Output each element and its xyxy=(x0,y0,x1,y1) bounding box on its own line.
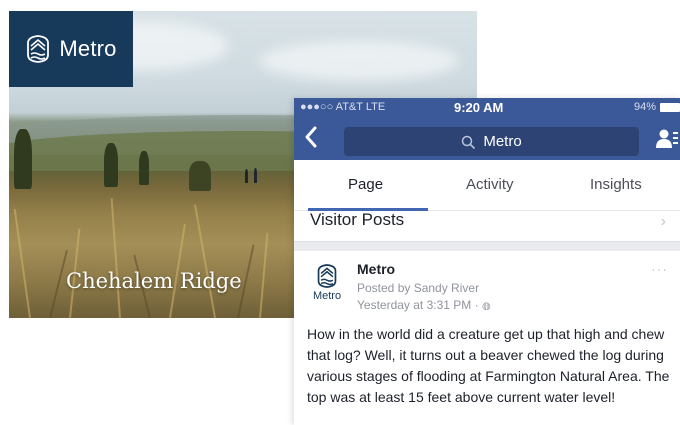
tab-page[interactable]: Page xyxy=(348,176,383,193)
battery-percent: 94% xyxy=(633,101,656,113)
search-input[interactable]: Metro xyxy=(344,127,639,156)
visitor-post: Metro Metro Posted by Sandy River Yester… xyxy=(294,251,680,425)
status-time: 9:20 AM xyxy=(454,100,504,115)
hiker xyxy=(254,168,257,183)
tree xyxy=(104,143,118,187)
search-value: Metro xyxy=(483,133,522,150)
more-options-icon[interactable]: ··· xyxy=(651,261,668,277)
section-title: Visitor Posts xyxy=(310,210,405,229)
posted-by: Posted by Sandy River xyxy=(357,281,480,295)
hiker xyxy=(245,169,248,183)
page-tabs: Page Activity Insights xyxy=(294,160,680,211)
tree xyxy=(14,129,32,189)
photo-title: Chehalem Ridge xyxy=(66,269,242,293)
grass xyxy=(194,204,216,318)
tree xyxy=(189,161,211,191)
chevron-right-icon: › xyxy=(660,213,666,230)
status-bar: ●●●○○ AT&T LTE 9:20 AM 94% xyxy=(294,98,680,118)
timestamp-text: Yesterday at 3:31 PM · xyxy=(357,298,479,312)
post-author[interactable]: Metro xyxy=(357,261,395,277)
back-chevron-icon[interactable] xyxy=(304,126,330,152)
visitor-posts-header[interactable]: Visitor Posts › xyxy=(294,210,680,242)
facebook-phone-screenshot: ●●●○○ AT&T LTE 9:20 AM 94% Metro Page Ac… xyxy=(294,98,680,425)
section-divider xyxy=(294,242,680,251)
metro-logo: Metro xyxy=(9,11,133,87)
grass xyxy=(110,198,121,318)
post-timestamp: Yesterday at 3:31 PM · ◍ xyxy=(357,298,491,312)
post-body: How in the world did a creature get up t… xyxy=(307,326,670,405)
metro-logo-text: Metro xyxy=(59,36,117,61)
avatar-label: Metro xyxy=(312,290,342,302)
avatar[interactable]: Metro xyxy=(308,263,346,309)
globe-icon: ◍ xyxy=(481,301,491,312)
metro-logo-icon xyxy=(27,35,50,63)
cloud xyxy=(259,41,459,81)
nav-bar: Metro xyxy=(294,118,680,160)
battery-icon xyxy=(660,103,680,112)
grass xyxy=(13,208,31,318)
grass xyxy=(259,233,269,318)
carrier-signal: ●●●○○ AT&T LTE xyxy=(300,101,386,113)
metro-logo-icon xyxy=(317,264,337,288)
search-icon xyxy=(462,135,476,149)
tab-activity[interactable]: Activity xyxy=(466,176,514,193)
tree xyxy=(139,151,149,185)
friends-icon[interactable] xyxy=(656,128,678,150)
tab-insights[interactable]: Insights xyxy=(590,176,642,193)
